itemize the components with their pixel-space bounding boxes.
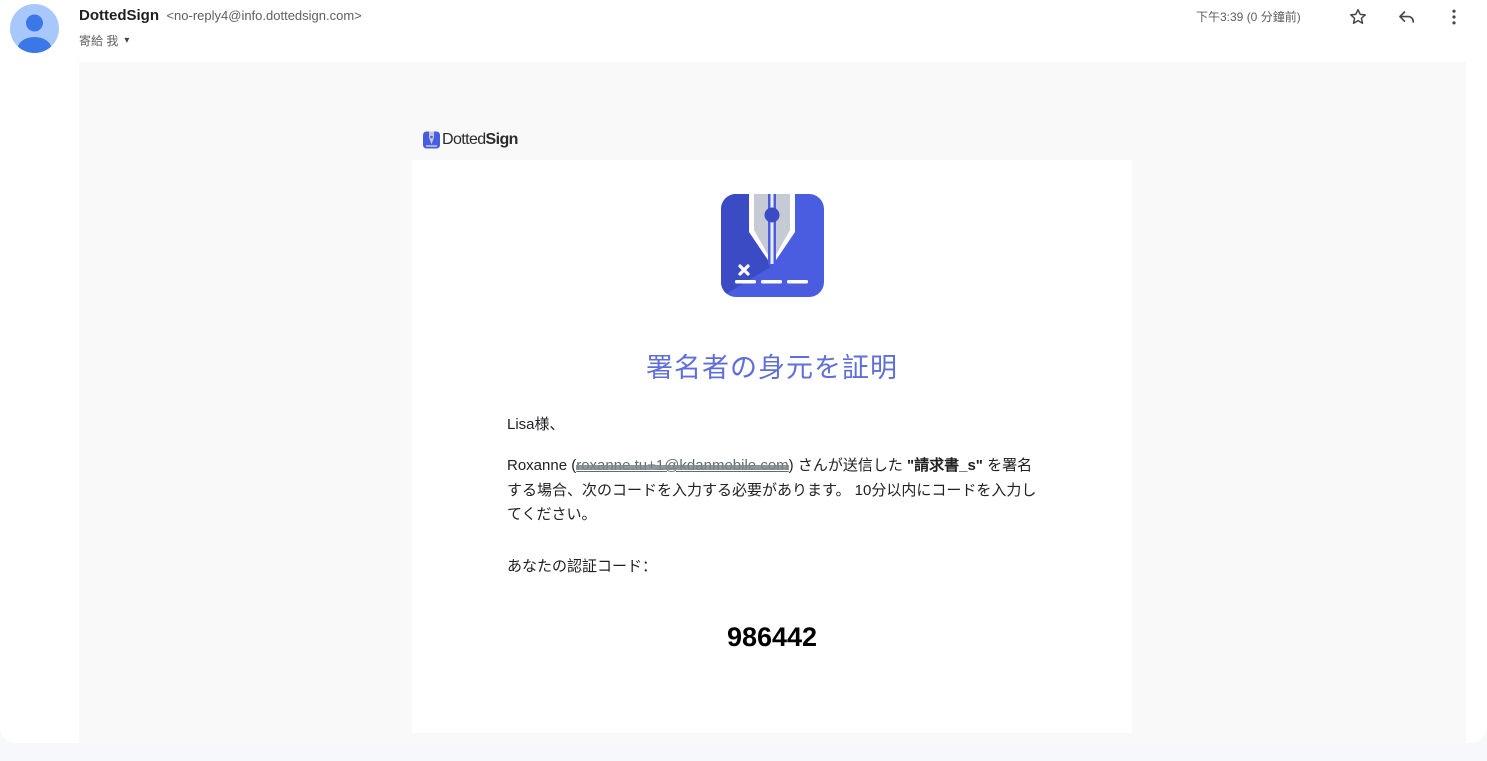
recipient-line: 寄給 我 ▾ bbox=[79, 32, 129, 49]
sender-avatar[interactable] bbox=[10, 4, 59, 53]
person-icon bbox=[17, 14, 52, 53]
chevron-down-icon[interactable]: ▾ bbox=[124, 35, 129, 46]
document-name: "請求書_s" bbox=[907, 457, 983, 474]
email-title: 署名者の身元を証明 bbox=[646, 353, 898, 383]
email-card: 署名者の身元を証明 Lisa様、 Roxanne (roxanne.tu+1@k… bbox=[412, 160, 1132, 733]
email-body-paragraph: Roxanne (roxanne.tu+1@kdanmobile.com) さん… bbox=[507, 457, 1037, 523]
dottedsign-logo-icon bbox=[423, 131, 440, 149]
sender-line: DottedSign <no-reply4@info.dottedsign.co… bbox=[79, 7, 362, 25]
code-label: あなたの認証コード： bbox=[507, 558, 658, 575]
brand-wordmark: DottedSign bbox=[442, 131, 518, 148]
dottedsign-logo: DottedSign bbox=[423, 131, 518, 149]
star-icon[interactable] bbox=[1345, 4, 1371, 30]
reply-icon[interactable] bbox=[1394, 4, 1420, 30]
sender-email-link[interactable]: roxanne.tu+1@kdanmobile.com bbox=[576, 457, 788, 474]
recipient-label: 寄給 我 bbox=[79, 34, 119, 48]
email-view: DottedSign <no-reply4@info.dottedsign.co… bbox=[0, 0, 1487, 743]
sender-email: <no-reply4@info.dottedsign.com> bbox=[166, 8, 362, 23]
timestamp: 下午3:39 (0 分鐘前) bbox=[1196, 10, 1301, 24]
greeting: Lisa様、 bbox=[507, 416, 565, 433]
more-vert-icon[interactable] bbox=[1441, 4, 1467, 30]
sender-name[interactable]: DottedSign bbox=[79, 7, 159, 24]
verification-code: 986442 bbox=[726, 622, 818, 652]
dottedsign-app-icon bbox=[721, 194, 824, 297]
